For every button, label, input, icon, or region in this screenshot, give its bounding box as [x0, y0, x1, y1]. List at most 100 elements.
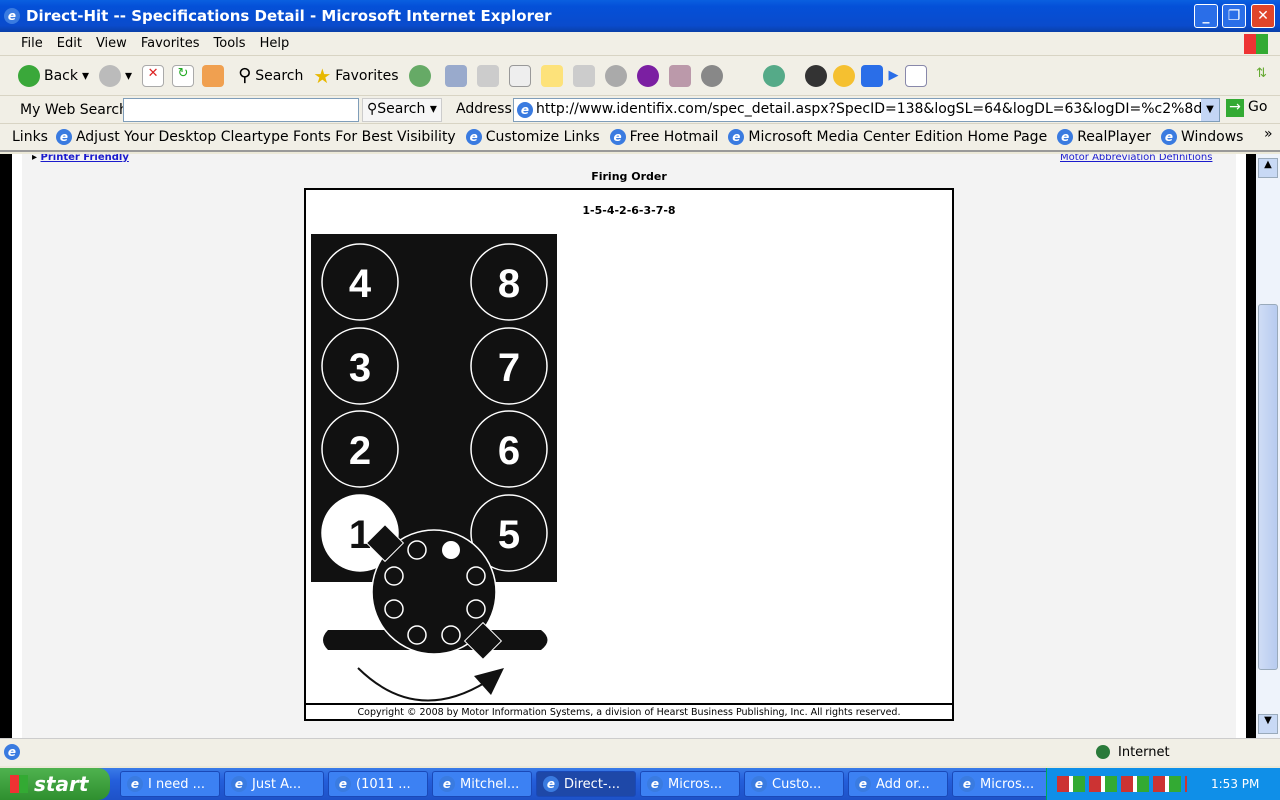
- menu-view[interactable]: View: [89, 36, 134, 51]
- rotation-arrowhead-icon: [474, 668, 504, 695]
- menu-help[interactable]: Help: [253, 36, 297, 51]
- edit-icon[interactable]: [508, 64, 531, 87]
- msn-messenger-icon[interactable]: [762, 64, 785, 87]
- task-label: Mitchel...: [460, 776, 520, 792]
- terminal-circle: [466, 566, 486, 586]
- menu-bar: File Edit View Favorites Tools Help: [0, 32, 1280, 56]
- taskbar: start e I need ... e Just A... e (1011 ... e Mi…: [0, 768, 1280, 800]
- task-app-icon: e: [855, 776, 871, 792]
- yahoo-icon[interactable]: [636, 64, 659, 87]
- task-label: Micros...: [668, 776, 723, 792]
- link-item[interactable]: e Windows: [1160, 129, 1244, 145]
- forward-button[interactable]: ▾: [99, 64, 132, 87]
- discuss-icon[interactable]: [572, 64, 595, 87]
- restore-button[interactable]: ❐: [1222, 4, 1246, 28]
- task-label: Just A...: [252, 776, 302, 792]
- taskbar-button[interactable]: e (1011 ...: [328, 771, 428, 797]
- back-button[interactable]: Back ▾: [18, 64, 89, 87]
- home-icon[interactable]: [202, 64, 225, 87]
- web-search-input[interactable]: [123, 98, 359, 122]
- ie-link-icon: e: [55, 129, 72, 145]
- toolbar-options-icon[interactable]: ⇅: [1256, 66, 1267, 81]
- messenger-bubble-icon[interactable]: [700, 64, 723, 87]
- task-app-icon: e: [647, 776, 663, 792]
- research-icon[interactable]: [668, 64, 691, 87]
- motor-abbreviation-link[interactable]: Motor Abbreviation Definitions: [1060, 154, 1212, 163]
- close-button[interactable]: ✕: [1251, 4, 1275, 28]
- scroll-down-button[interactable]: ▼: [1258, 714, 1278, 734]
- link-label: RealPlayer: [1077, 129, 1151, 145]
- history-icon[interactable]: [408, 64, 431, 87]
- section-title: Firing Order: [591, 170, 667, 183]
- link-item[interactable]: e Adjust Your Desktop Cleartype Fonts For…: [55, 129, 456, 145]
- smiley-icon[interactable]: [832, 64, 855, 87]
- links-more-button[interactable]: »: [1264, 126, 1273, 142]
- ie-link-icon: e: [728, 129, 745, 145]
- mail-icon[interactable]: [444, 64, 467, 87]
- standard-toolbar: Back ▾ ▾ ✕ ↻ ⚲ Search ★ Favorites ▶ ⇅: [0, 56, 1280, 96]
- start-button[interactable]: start: [0, 768, 110, 800]
- start-label: start: [34, 772, 89, 796]
- task-label: Custo...: [772, 776, 822, 792]
- minimize-button[interactable]: _: [1194, 4, 1218, 28]
- windows-logo-icon: [1244, 34, 1268, 54]
- taskbar-button[interactable]: e Add or...: [848, 771, 948, 797]
- taskbar-button[interactable]: e I need ...: [120, 771, 220, 797]
- terminal-number-one: [442, 541, 460, 559]
- address-dropdown-icon[interactable]: ▼: [1201, 99, 1219, 121]
- cylinder-number: 1: [349, 513, 371, 557]
- menu-favorites[interactable]: Favorites: [134, 36, 207, 51]
- link-item[interactable]: e Microsoft Media Center Edition Home Pag…: [728, 129, 1047, 145]
- scroll-thumb[interactable]: [1258, 304, 1278, 670]
- address-bar-row: My Web Search ⚲Search ▾ Address e http:/…: [0, 96, 1280, 124]
- note-icon[interactable]: [540, 64, 563, 87]
- task-label: Direct-...: [564, 776, 621, 792]
- refresh-icon[interactable]: ↻: [172, 64, 195, 87]
- title-bar: e Direct-Hit -- Specifications Detail - …: [0, 0, 1280, 32]
- printer-friendly-link[interactable]: ▸ Printer Friendly: [32, 154, 129, 163]
- go-button[interactable]: → Go: [1226, 99, 1267, 117]
- monitor-icon[interactable]: [860, 64, 883, 87]
- ie-page-icon[interactable]: [904, 64, 927, 87]
- scroll-up-button[interactable]: ▲: [1258, 158, 1278, 178]
- web-search-label: My Web Search: [20, 101, 128, 118]
- print-icon[interactable]: [476, 64, 499, 87]
- cylinder-number: 2: [349, 429, 371, 473]
- taskbar-button[interactable]: e Just A...: [224, 771, 324, 797]
- printer-friendly-text[interactable]: Printer Friendly: [41, 154, 129, 163]
- vertical-scrollbar[interactable]: ▲ ▼: [1256, 154, 1280, 738]
- search-button[interactable]: ⚲ Search: [238, 65, 303, 86]
- cursor-icon[interactable]: ▶: [889, 68, 899, 83]
- web-search-button[interactable]: ⚲Search ▾: [362, 98, 442, 122]
- task-app-icon: e: [959, 776, 975, 792]
- task-app-icon: e: [335, 776, 351, 792]
- address-input[interactable]: e http://www.identifix.com/spec_detail.a…: [513, 98, 1220, 122]
- link-label: Adjust Your Desktop Cleartype Fonts For …: [75, 129, 456, 145]
- cylinder-number: 8: [498, 262, 520, 306]
- link-item[interactable]: e Free Hotmail: [609, 129, 718, 145]
- taskbar-button[interactable]: e Direct-...: [536, 771, 636, 797]
- menu-tools[interactable]: Tools: [207, 36, 253, 51]
- task-app-icon: e: [543, 776, 559, 792]
- cylinder-number: 5: [498, 513, 520, 557]
- favorites-button[interactable]: ★ Favorites: [313, 64, 398, 88]
- links-label: Links: [12, 129, 48, 145]
- stop-icon[interactable]: ✕: [142, 64, 165, 87]
- rotation-arrow-line: [357, 667, 487, 702]
- taskbar-button[interactable]: e Micros...: [640, 771, 740, 797]
- terminal-circle: [441, 625, 461, 645]
- terminal-circle: [407, 540, 427, 560]
- tray-icons[interactable]: [1057, 776, 1187, 792]
- media-icon[interactable]: [604, 64, 627, 87]
- left-border: [0, 154, 12, 738]
- wifi-icon[interactable]: [804, 64, 827, 87]
- menu-edit[interactable]: Edit: [50, 36, 89, 51]
- link-label: Windows: [1180, 129, 1244, 145]
- taskbar-button[interactable]: e Mitchel...: [432, 771, 532, 797]
- menu-file[interactable]: File: [14, 36, 50, 51]
- taskbar-button[interactable]: e Custo...: [744, 771, 844, 797]
- address-url: http://www.identifix.com/spec_detail.asp…: [536, 101, 1220, 117]
- link-item[interactable]: e Customize Links: [465, 129, 600, 145]
- taskbar-button[interactable]: e Micros...: [952, 771, 1052, 797]
- link-item[interactable]: e RealPlayer: [1057, 129, 1151, 145]
